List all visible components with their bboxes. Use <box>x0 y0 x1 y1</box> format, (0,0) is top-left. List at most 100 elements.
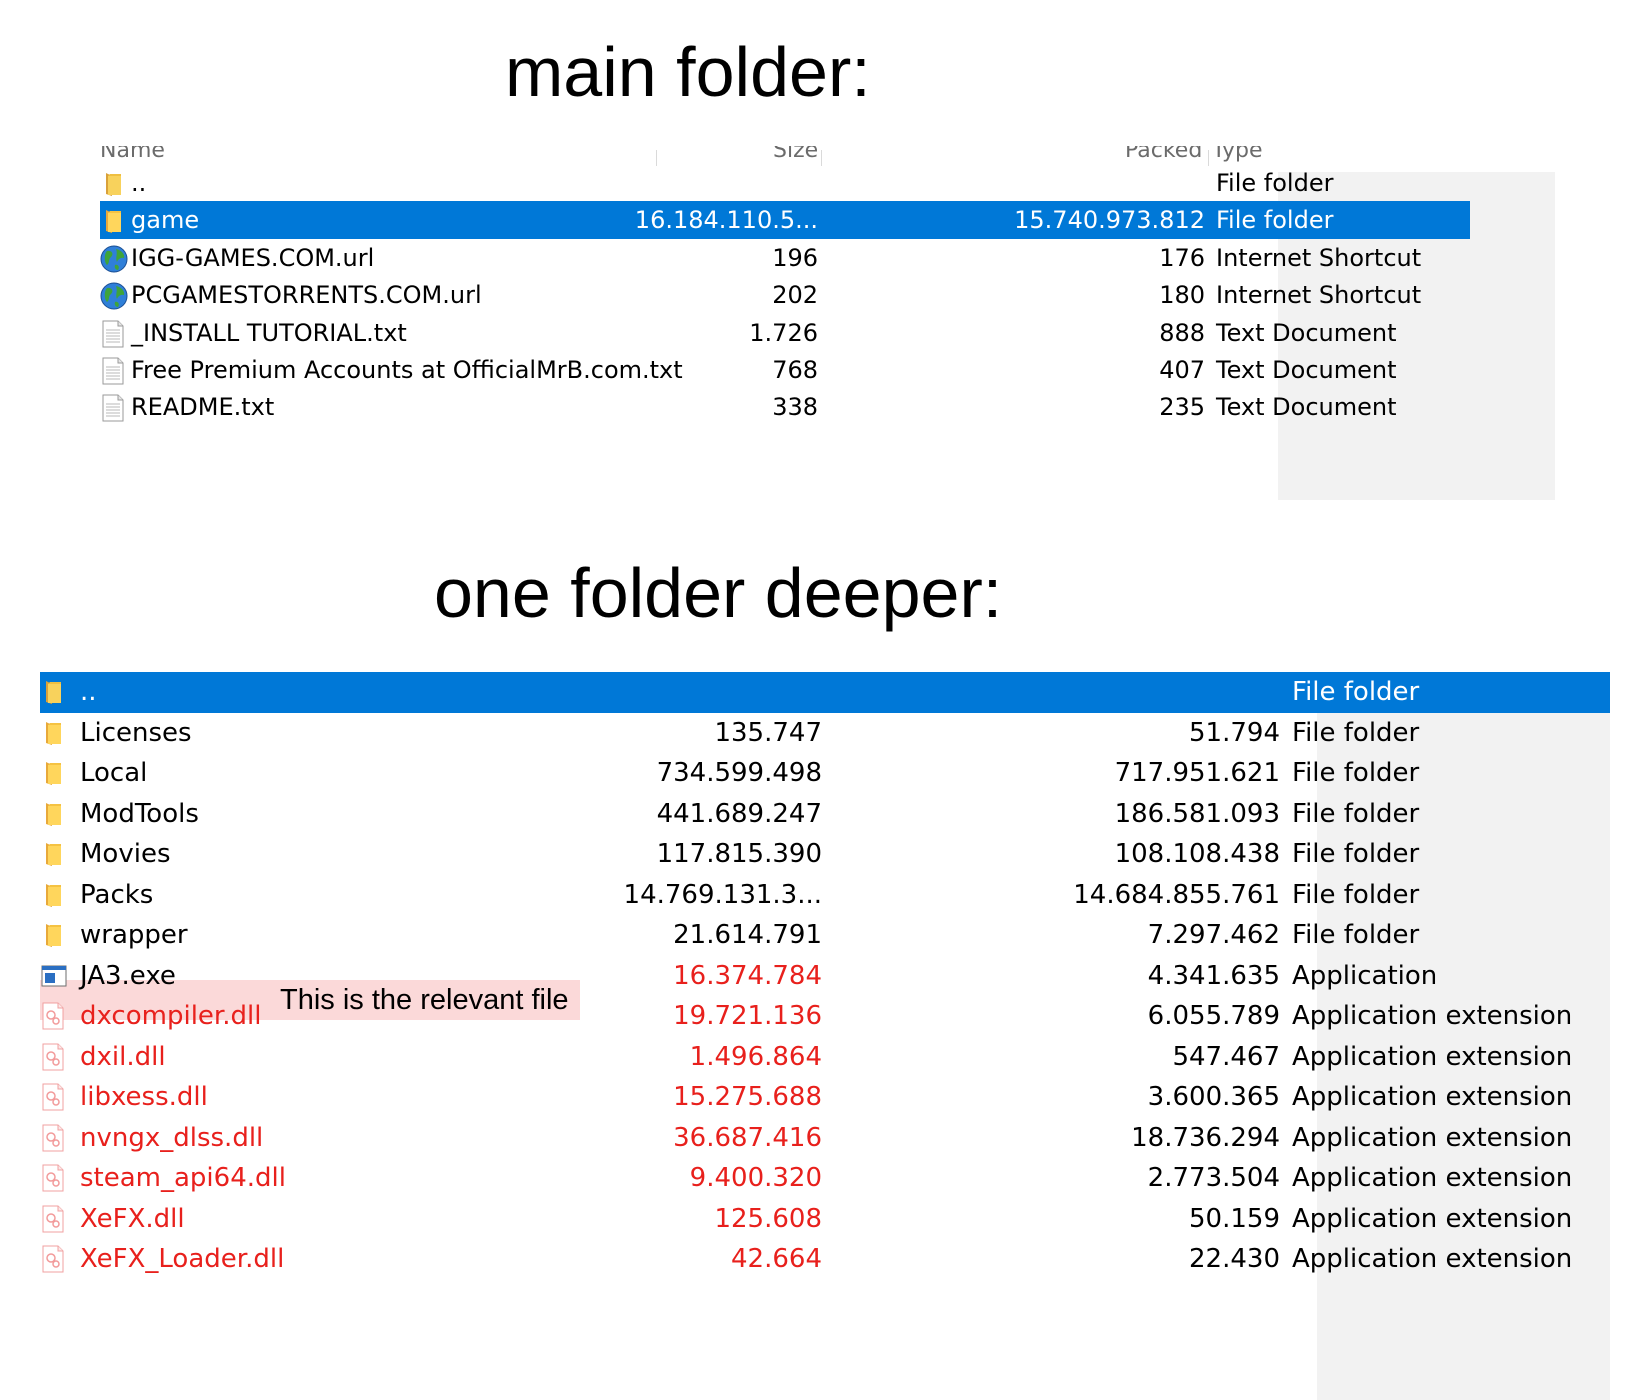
file-row-xefx-dll[interactable]: XeFX.dll 125.608 50.159 Application extensi… <box>40 1199 1610 1240</box>
dll-icon <box>40 1245 66 1273</box>
file-name: XeFX_Loader.dll <box>80 1244 285 1274</box>
file-size: 21.614.791 <box>673 920 822 950</box>
globe-icon <box>100 282 128 310</box>
file-packed: 717.951.621 <box>1114 758 1280 788</box>
file-row-xefx-loader-dll[interactable]: XeFX_Loader.dll 42.664 22.430 Application e… <box>40 1239 1610 1280</box>
file-size: 1.496.864 <box>689 1041 822 1072</box>
text-file-icon <box>100 320 126 348</box>
folder-icon <box>40 881 66 909</box>
column-header-type[interactable]: Type <box>1212 146 1263 163</box>
file-name: PCGAMESTORRENTS.COM.url <box>131 281 482 310</box>
file-row-packs[interactable]: Packs 14.769.131.3... 14.684.855.761 File f… <box>40 875 1610 916</box>
file-row-movies[interactable]: Movies 117.815.390 108.108.438 File folder <box>40 834 1610 875</box>
file-packed: 2.773.504 <box>1147 1163 1280 1193</box>
file-row-ja3-exe[interactable]: JA3.exe 16.374.784 4.341.635 Application <box>40 956 1610 997</box>
column-header-packed[interactable]: Packed <box>1125 146 1202 163</box>
column-header-name[interactable]: Name <box>100 146 165 163</box>
column-header-size[interactable]: Size <box>773 146 818 163</box>
file-size: 768 <box>772 356 818 384</box>
file-type: Text Document <box>1216 356 1397 384</box>
file-size: 117.815.390 <box>656 839 822 869</box>
file-size: 14.769.131.3... <box>623 879 822 910</box>
folder-up-icon <box>100 170 126 198</box>
file-type: File folder <box>1292 839 1420 869</box>
file-type: Application <box>1292 960 1438 991</box>
file-row-libxess-dll[interactable]: libxess.dll 15.275.688 3.600.365 Applicatio… <box>40 1077 1610 1118</box>
file-row-parent[interactable]: .. File folder <box>40 672 1610 713</box>
file-row-install-tutorial-txt[interactable]: _INSTALL TUTORIAL.txt 1.726 888 Text Docume… <box>100 314 1470 352</box>
main-folder-heading: main folder: <box>505 33 871 111</box>
file-type: Application extension <box>1292 1203 1573 1234</box>
dll-icon <box>40 1164 66 1192</box>
file-name: IGG-GAMES.COM.url <box>131 243 375 272</box>
file-size: 441.689.247 <box>656 798 822 829</box>
file-type: Application extension <box>1292 1244 1573 1274</box>
file-row-readme-txt[interactable]: README.txt 338 235 Text Document <box>100 388 1470 426</box>
file-row-steam-api64-dll[interactable]: steam_api64.dll 9.400.320 2.773.504 Applica… <box>40 1158 1610 1199</box>
globe-icon <box>100 245 128 273</box>
file-name: JA3.exe <box>80 960 176 991</box>
folder-up-icon <box>40 678 66 706</box>
folder-icon <box>40 921 66 949</box>
file-type: File folder <box>1292 758 1420 788</box>
file-name: game <box>131 206 200 235</box>
file-size: 15.275.688 <box>673 1082 822 1112</box>
file-name: dxcompiler.dll <box>80 1001 262 1031</box>
file-size: 19.721.136 <box>673 1001 822 1031</box>
folder-icon <box>40 840 66 868</box>
file-packed: 7.297.462 <box>1147 920 1280 950</box>
file-name: ModTools <box>80 798 199 829</box>
file-name: steam_api64.dll <box>80 1163 286 1193</box>
file-row-nvngx-dlss-dll[interactable]: nvngx_dlss.dll 36.687.416 18.736.294 Applic… <box>40 1118 1610 1159</box>
file-packed: 4.341.635 <box>1147 960 1280 991</box>
file-packed: 3.600.365 <box>1147 1082 1280 1112</box>
file-row-wrapper[interactable]: wrapper 21.614.791 7.297.462 File folder <box>40 915 1610 956</box>
file-size: 734.599.498 <box>656 758 822 788</box>
file-name: wrapper <box>80 920 188 950</box>
file-packed: 888 <box>1159 318 1205 347</box>
deeper-folder-file-list: Name Size Packed Type This is the releva… <box>40 672 1610 1400</box>
file-size: 42.664 <box>731 1244 822 1274</box>
main-folder-file-list: Name Size Packed Type .. File folder game 1… <box>100 146 1555 500</box>
file-row-local[interactable]: Local 734.599.498 717.951.621 File folder <box>40 753 1610 794</box>
deeper-folder-heading: one folder deeper: <box>434 554 1003 632</box>
file-row-licenses[interactable]: Licenses 135.747 51.794 File folder <box>40 713 1610 754</box>
file-row-modtools[interactable]: ModTools 441.689.247 186.581.093 File folde… <box>40 794 1610 835</box>
file-type: Application extension <box>1292 1082 1573 1112</box>
file-type: Application extension <box>1292 1001 1573 1031</box>
file-name: Movies <box>80 839 171 869</box>
file-type: Internet Shortcut <box>1216 243 1422 272</box>
file-type: Text Document <box>1216 318 1397 347</box>
file-packed: 15.740.973.812 <box>1014 206 1205 235</box>
file-packed: 50.159 <box>1189 1203 1280 1234</box>
file-packed: 22.430 <box>1189 1244 1280 1274</box>
file-name: .. <box>131 169 147 197</box>
file-row-parent[interactable]: .. File folder <box>100 164 1470 202</box>
folder-icon <box>40 759 66 787</box>
file-packed: 18.736.294 <box>1131 1122 1280 1153</box>
file-row-pcgamestorrents-com-url[interactable]: PCGAMESTORRENTS.COM.url 202 180 Internet Sh… <box>100 276 1470 314</box>
file-size: 16.374.784 <box>673 960 822 991</box>
text-file-icon <box>100 394 126 422</box>
file-type: Application extension <box>1292 1163 1573 1193</box>
folder-icon <box>100 207 126 235</box>
folder-icon <box>40 800 66 828</box>
file-size: 16.184.110.5... <box>634 206 818 235</box>
file-name: Local <box>80 758 148 788</box>
file-name: .. <box>80 677 97 707</box>
file-row-dxcompiler-dll[interactable]: dxcompiler.dll 19.721.136 6.055.789 Applica… <box>40 996 1610 1037</box>
file-row-igg-games-com-url[interactable]: IGG-GAMES.COM.url 196 176 Internet Shortcut <box>100 239 1470 277</box>
file-row-free-premium-accounts-at-officialmrb-com-txt[interactable]: Free Premium Accounts at OfficialMrB.com… <box>100 351 1470 389</box>
file-size: 36.687.416 <box>673 1122 822 1153</box>
file-row-dxil-dll[interactable]: dxil.dll 1.496.864 547.467 Application exte… <box>40 1037 1610 1078</box>
dll-icon <box>40 1002 66 1030</box>
file-row-game[interactable]: game 16.184.110.5... 15.740.973.812 File fo… <box>100 201 1470 240</box>
dll-icon <box>40 1205 66 1233</box>
file-size: 338 <box>772 393 818 422</box>
folder-icon <box>40 719 66 747</box>
text-file-icon <box>100 357 126 385</box>
file-name: dxil.dll <box>80 1041 166 1072</box>
file-type: File folder <box>1216 206 1334 235</box>
file-name: Licenses <box>80 717 192 748</box>
file-size: 202 <box>772 281 818 310</box>
